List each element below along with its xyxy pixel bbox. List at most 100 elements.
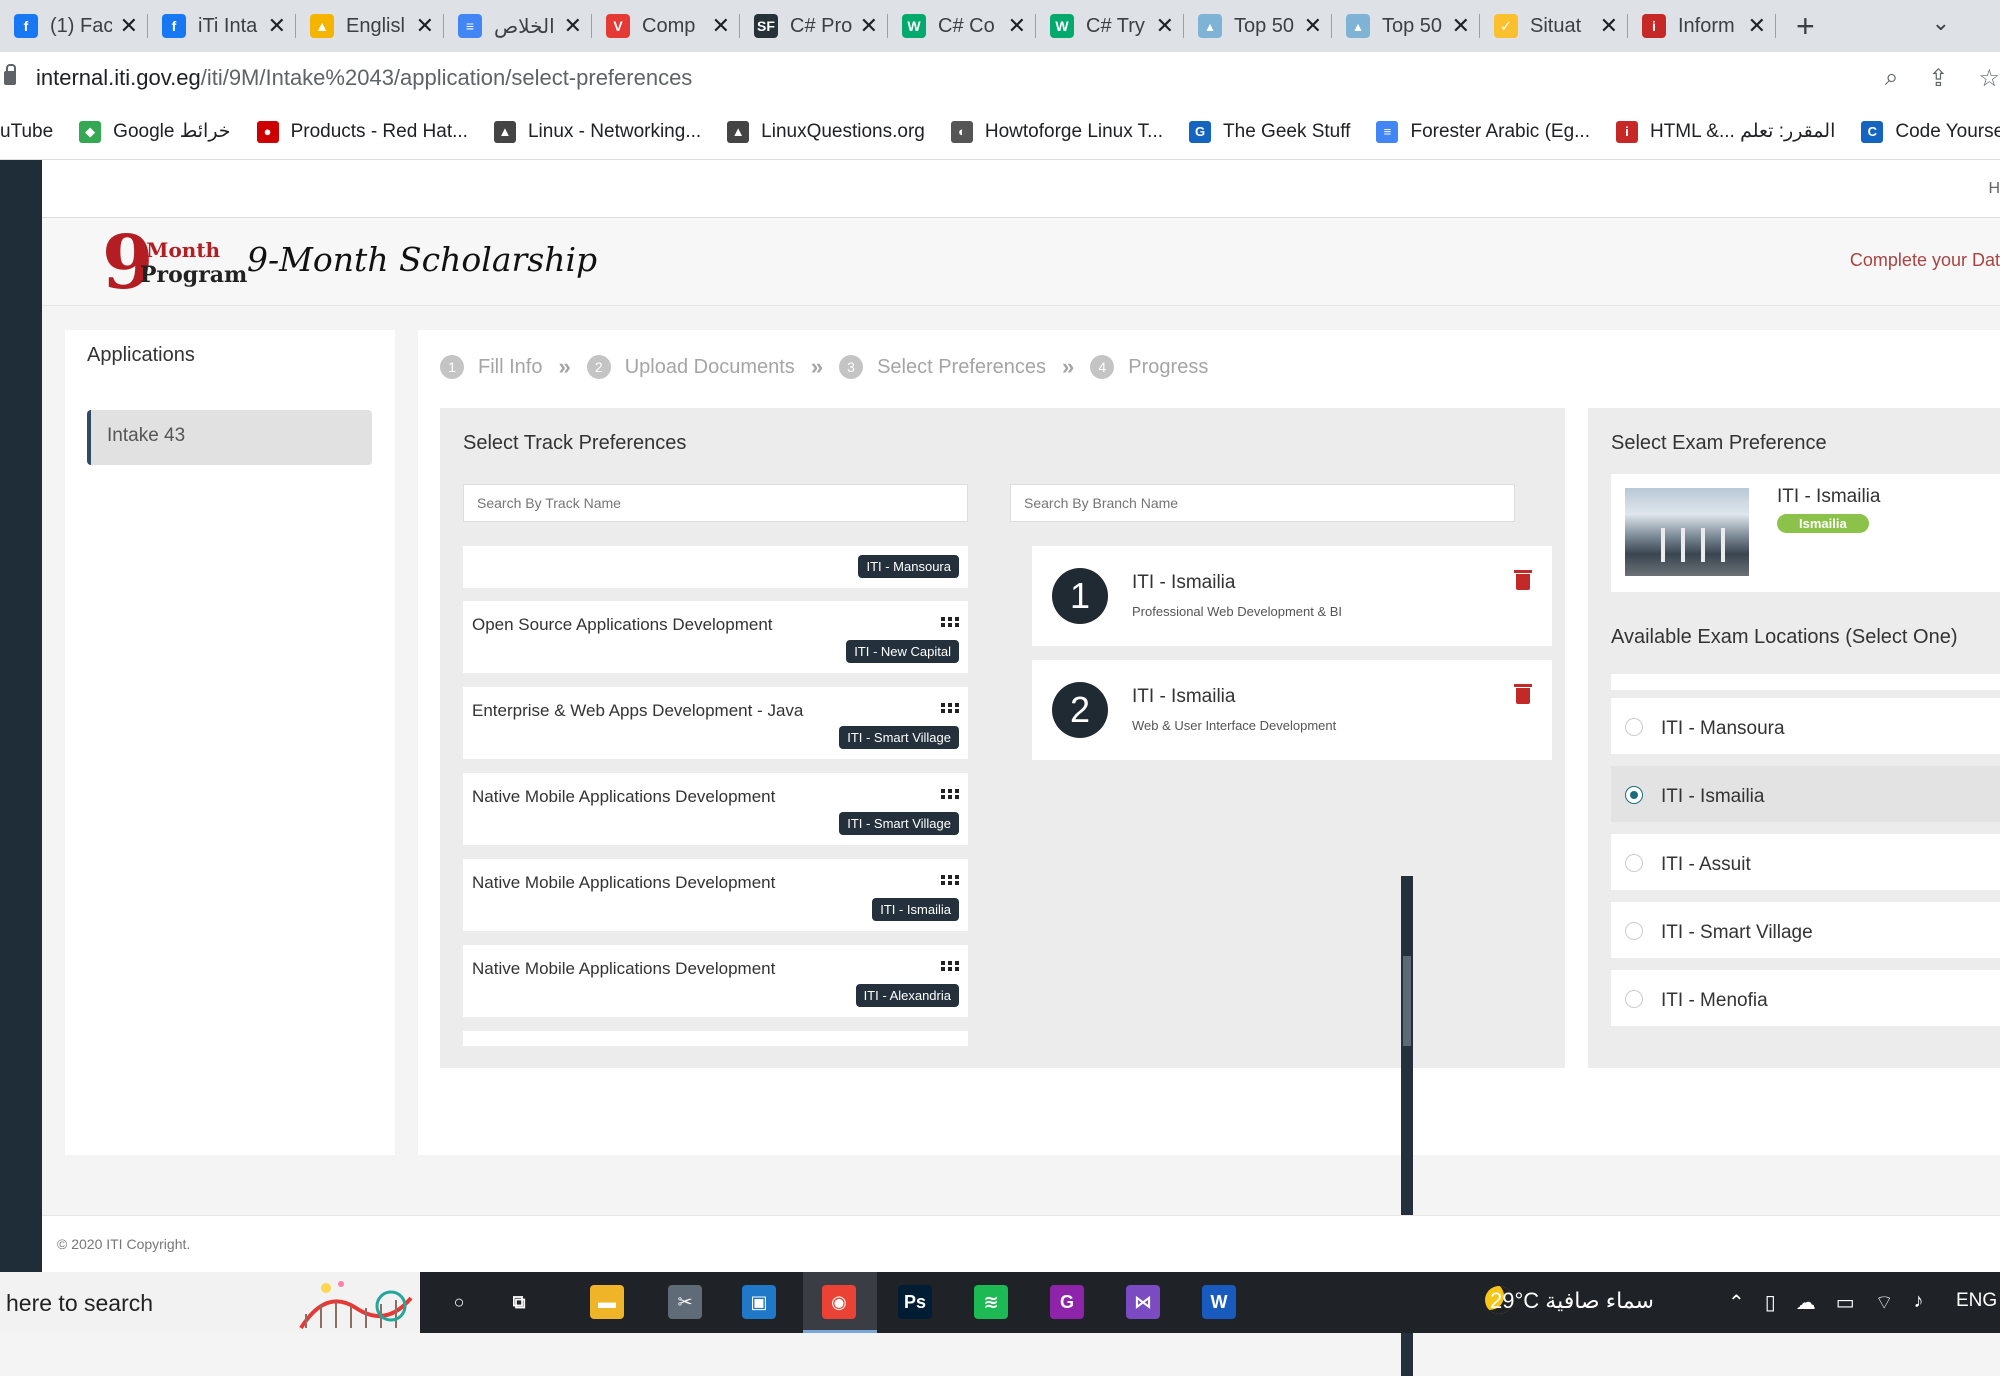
step-upload-documents[interactable]: 2 Upload Documents <box>586 355 795 379</box>
exam-location-option[interactable]: ITI - Mansoura <box>1611 698 2000 754</box>
file-explorer-icon[interactable]: ▬ <box>590 1285 624 1319</box>
browser-tab[interactable]: i Inform ✕ <box>1628 0 1776 52</box>
spotify-icon[interactable]: ≋ <box>974 1285 1008 1319</box>
wifi-icon[interactable]: ⌔ <box>1875 1290 1894 1315</box>
bookmark-item[interactable]: i HTML &... المقرر: تعلم <box>1615 120 1835 143</box>
browser-tab[interactable]: V Comp ✕ <box>592 0 740 52</box>
browser-tab[interactable]: ≡ الخلاص ✕ <box>444 0 592 52</box>
weather-text[interactable]: 29°C سماء صافية <box>1490 1288 1654 1314</box>
track-card[interactable]: ITI - Mansoura <box>463 546 968 588</box>
step-progress[interactable]: 4 Progress <box>1090 355 1208 379</box>
track-list[interactable]: ITI - Mansoura Open Source Applications … <box>463 546 968 1046</box>
browser-tab[interactable]: ▴ Top 50 ✕ <box>1184 0 1332 52</box>
drag-handle-icon[interactable] <box>941 961 959 973</box>
drag-handle-icon[interactable] <box>941 789 959 801</box>
close-icon[interactable]: ✕ <box>1748 13 1766 39</box>
track-card[interactable]: Enterprise & Web Apps Development - Java… <box>463 687 968 759</box>
photoshop-icon[interactable]: Ps <box>898 1285 932 1319</box>
close-icon[interactable]: ✕ <box>1600 13 1618 39</box>
radio-button[interactable] <box>1625 990 1643 1008</box>
drag-handle-icon[interactable] <box>941 617 959 629</box>
snipping-tool-icon[interactable]: ✂ <box>668 1285 702 1319</box>
preference-card[interactable]: 2 ITI - Ismailia Web & User Interface De… <box>1032 660 1552 760</box>
track-card[interactable]: Native Mobile Applications Development I… <box>463 773 968 845</box>
browser-tab[interactable]: ▴ Top 50 ✕ <box>1332 0 1480 52</box>
close-icon[interactable]: ✕ <box>1452 13 1470 39</box>
share-icon[interactable]: ⇪ <box>1928 64 1948 93</box>
task-view-icon[interactable]: ⧉ <box>502 1285 536 1319</box>
cortana-icon[interactable]: ○ <box>442 1285 476 1319</box>
tab-search-chevron-icon[interactable]: ⌄ <box>1932 10 1950 36</box>
program-logo[interactable]: 9 -Month Program <box>102 220 247 306</box>
search-branch-input[interactable] <box>1010 484 1515 522</box>
bookmark-item[interactable]: ◐ Howtoforge Linux T... <box>950 120 1163 143</box>
bookmark-item[interactable]: G The Geek Stuff <box>1189 120 1350 143</box>
address-bar[interactable]: internal.iti.gov.eg/iti/9M/Intake%2043/a… <box>0 52 2000 104</box>
exam-location-option[interactable]: ITI - Ismailia <box>1611 766 2000 822</box>
preference-card[interactable]: 1 ITI - Ismailia Professional Web Develo… <box>1032 546 1552 646</box>
bookmark-star-icon[interactable]: ☆ <box>1978 64 2000 93</box>
word-icon[interactable]: W <box>1202 1285 1236 1319</box>
new-tab-plus-icon[interactable]: + <box>1796 8 1815 45</box>
visual-studio-icon[interactable]: ⋈ <box>1126 1285 1160 1319</box>
exam-location-option[interactable]: ITI - Smart Village <box>1611 902 2000 958</box>
radio-button[interactable] <box>1625 718 1643 736</box>
url-field[interactable]: internal.iti.gov.eg/iti/9M/Intake%2043/a… <box>36 65 692 91</box>
exam-location-label: ITI - Mansoura <box>1661 718 1785 739</box>
drag-handle-icon[interactable] <box>941 875 959 887</box>
close-icon[interactable]: ✕ <box>268 13 286 39</box>
browser-tab[interactable]: W C# Try ✕ <box>1036 0 1184 52</box>
language-indicator[interactable]: ENG <box>1956 1290 1997 1312</box>
close-icon[interactable]: ✕ <box>1304 13 1322 39</box>
close-icon[interactable]: ✕ <box>860 13 878 39</box>
close-icon[interactable]: ✕ <box>120 13 138 39</box>
track-card[interactable] <box>463 1031 968 1046</box>
device-icon[interactable]: ▯ <box>1765 1290 1776 1315</box>
exam-location-option[interactable]: ITI - Assuit <box>1611 834 2000 890</box>
zoom-icon[interactable]: ⌕ <box>1885 64 1898 93</box>
track-card[interactable]: Open Source Applications Development ITI… <box>463 601 968 673</box>
track-card[interactable]: Native Mobile Applications Development I… <box>463 945 968 1017</box>
browser-tab[interactable]: SF C# Pro ✕ <box>740 0 888 52</box>
close-icon[interactable]: ✕ <box>712 13 730 39</box>
step-select-preferences[interactable]: 3 Select Preferences <box>839 355 1046 379</box>
browser-tab[interactable]: ▲ Englisl ✕ <box>296 0 444 52</box>
virtualbox-icon[interactable]: ▣ <box>742 1285 776 1319</box>
radio-button-selected[interactable] <box>1625 786 1643 804</box>
exam-location-option[interactable]: ITI - Menofia <box>1611 970 2000 1026</box>
close-icon[interactable]: ✕ <box>416 13 434 39</box>
trash-icon[interactable] <box>1514 684 1532 704</box>
battery-icon[interactable]: ▭ <box>1836 1290 1855 1315</box>
close-icon[interactable]: ✕ <box>1156 13 1174 39</box>
bookmark-item[interactable]: ◆ Google خرائط <box>79 120 231 143</box>
complete-data-link[interactable]: Complete your Dat <box>1850 250 2000 271</box>
bookmark-item[interactable]: uTube <box>0 121 53 143</box>
bookmark-item[interactable]: ▲ Linux - Networking... <box>493 120 701 143</box>
pdf-app-icon[interactable]: G <box>1050 1285 1084 1319</box>
track-list-scroll-thumb[interactable] <box>1403 956 1411 1046</box>
browser-tab[interactable]: f iTi Inta ✕ <box>148 0 296 52</box>
bookmark-item[interactable]: C Code Yourself! An <box>1861 120 2000 143</box>
search-track-input[interactable] <box>463 484 968 522</box>
bookmark-item[interactable]: ≡ Forester Arabic (Eg... <box>1376 120 1590 143</box>
radio-button[interactable] <box>1625 854 1643 872</box>
close-icon[interactable]: ✕ <box>1008 13 1026 39</box>
browser-tab[interactable]: ✓ Situat ✕ <box>1480 0 1628 52</box>
track-card[interactable]: Native Mobile Applications Development I… <box>463 859 968 931</box>
lock-icon[interactable] <box>4 64 16 85</box>
onedrive-cloud-icon[interactable]: ☁ <box>1796 1290 1816 1315</box>
taskbar-search-box[interactable]: here to search <box>0 1272 420 1333</box>
trash-icon[interactable] <box>1514 570 1532 590</box>
close-icon[interactable]: ✕ <box>564 13 582 39</box>
chevron-up-icon[interactable]: ⌃ <box>1728 1290 1745 1315</box>
bookmark-item[interactable]: ● Products - Red Hat... <box>256 120 468 143</box>
drag-handle-icon[interactable] <box>941 703 959 715</box>
radio-button[interactable] <box>1625 922 1643 940</box>
step-fill-info[interactable]: 1 Fill Info <box>440 355 542 379</box>
chrome-icon[interactable]: ◉ <box>822 1285 856 1319</box>
browser-tab[interactable]: f (1) Fac ✕ <box>0 0 148 52</box>
bookmark-item[interactable]: ▲ LinuxQuestions.org <box>727 120 925 143</box>
browser-tab[interactable]: W C# Co ✕ <box>888 0 1036 52</box>
sidebar-item-intake[interactable]: Intake 43 <box>87 410 372 465</box>
volume-icon[interactable]: ♪ <box>1914 1290 1924 1315</box>
